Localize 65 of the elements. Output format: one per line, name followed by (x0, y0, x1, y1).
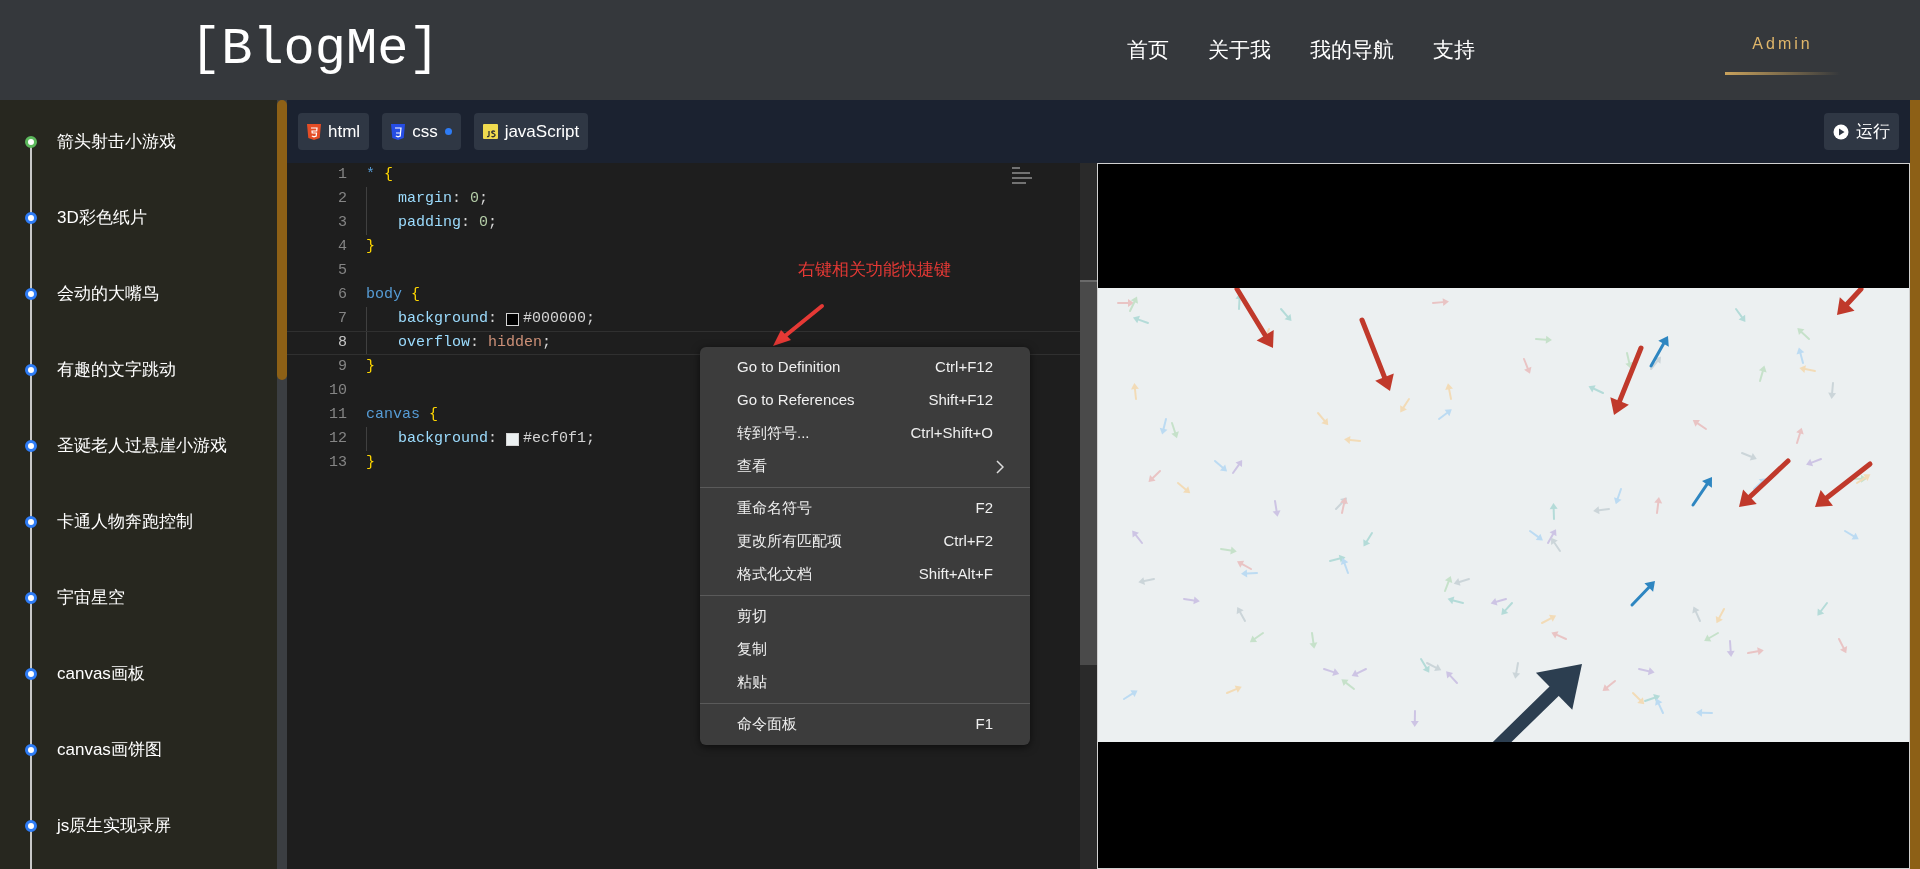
nav-link[interactable]: 我的导航 (1310, 34, 1394, 66)
play-icon (1833, 123, 1849, 140)
code-line: background: #ecf0f1; (398, 428, 596, 449)
sidebar-link[interactable]: 箭头射击小游戏 (57, 129, 176, 155)
code-line: margin: 0; (398, 188, 489, 209)
editor-tab[interactable]: javaScript (473, 113, 589, 150)
sidebar-link[interactable]: js原生实现录屏 (57, 813, 172, 839)
line-number: 6 (337, 284, 347, 305)
code-line: } (366, 452, 375, 473)
menu-item[interactable]: 粘贴 (700, 666, 1030, 699)
line-number: 4 (337, 236, 347, 257)
line-number: 11 (328, 404, 347, 425)
code-line: padding: 0; (398, 212, 498, 233)
menu-item[interactable]: Go to Definition Ctrl+F12 (700, 351, 1030, 384)
menu-item[interactable]: 命令面板 F1 (700, 708, 1030, 741)
user-name[interactable]: Admin (1752, 31, 1813, 56)
code-line: body { (366, 284, 421, 305)
line-number: 1 (337, 164, 347, 185)
menu-item[interactable]: 转到符号... Ctrl+Shift+O (700, 417, 1030, 450)
menu-item[interactable]: 格式化文档 Shift+Alt+F (700, 558, 1030, 591)
line-number: 2 (337, 188, 347, 209)
line-number: 3 (337, 212, 347, 233)
editor-tab[interactable]: html (298, 113, 370, 150)
scrollbar-thumb[interactable] (277, 100, 287, 380)
code-line: } (366, 356, 375, 377)
scrollbar-thumb[interactable] (1080, 280, 1097, 665)
sidebar-link[interactable]: 有趣的文字跳动 (57, 357, 176, 383)
code-line: background: #000000; (398, 308, 596, 329)
nav-link[interactable]: 首页 (1127, 34, 1169, 66)
line-number: 8 (337, 332, 347, 353)
code-line: } (366, 236, 375, 257)
square-icon (482, 124, 498, 139)
menu-item[interactable]: 复制 (700, 633, 1030, 666)
shield-icon (391, 123, 406, 140)
sidebar-link[interactable]: 3D彩色纸片 (57, 205, 147, 231)
sidebar-link[interactable]: canvas画板 (57, 661, 145, 687)
code-line: canvas { (366, 404, 439, 425)
sidebar-link[interactable]: 卡通人物奔跑控制 (57, 509, 193, 535)
sidebar-link[interactable]: 圣诞老人过悬崖小游戏 (57, 433, 227, 459)
code-line: overflow: hidden; (398, 332, 552, 353)
line-number: 9 (337, 356, 347, 377)
nav-link[interactable]: 关于我 (1208, 34, 1271, 66)
line-number: 12 (328, 428, 347, 449)
site-logo[interactable]: [BlogMe] (190, 11, 440, 89)
shield-icon (307, 123, 321, 140)
menu-item[interactable]: 查看 (700, 450, 1030, 483)
code-editor[interactable] (287, 163, 1080, 869)
nav-link[interactable]: 支持 (1433, 34, 1475, 66)
annotation-text: 右键相关功能快捷键 (798, 259, 951, 281)
sidebar-link[interactable]: 会动的大嘴鸟 (57, 281, 159, 307)
line-number: 13 (328, 452, 347, 473)
code-line: * { (366, 164, 394, 185)
line-number: 5 (337, 260, 347, 281)
line-number: 10 (328, 380, 347, 401)
annotation-arrow (771, 303, 825, 348)
menu-item[interactable]: 重命名符号 F2 (700, 492, 1030, 525)
line-number: 7 (337, 308, 347, 329)
editor-tab[interactable]: css (382, 113, 461, 150)
run-button[interactable]: 运行 (1824, 113, 1899, 150)
sidebar-link[interactable]: canvas画饼图 (57, 737, 162, 763)
chevron-icon (996, 459, 1004, 474)
sidebar-link[interactable]: 宇宙星空 (57, 585, 125, 611)
menu-item[interactable]: Go to References Shift+F12 (700, 384, 1030, 417)
menu-item[interactable]: 更改所有匹配项 Ctrl+F2 (700, 525, 1030, 558)
menu-item[interactable]: 剪切 (700, 600, 1030, 633)
